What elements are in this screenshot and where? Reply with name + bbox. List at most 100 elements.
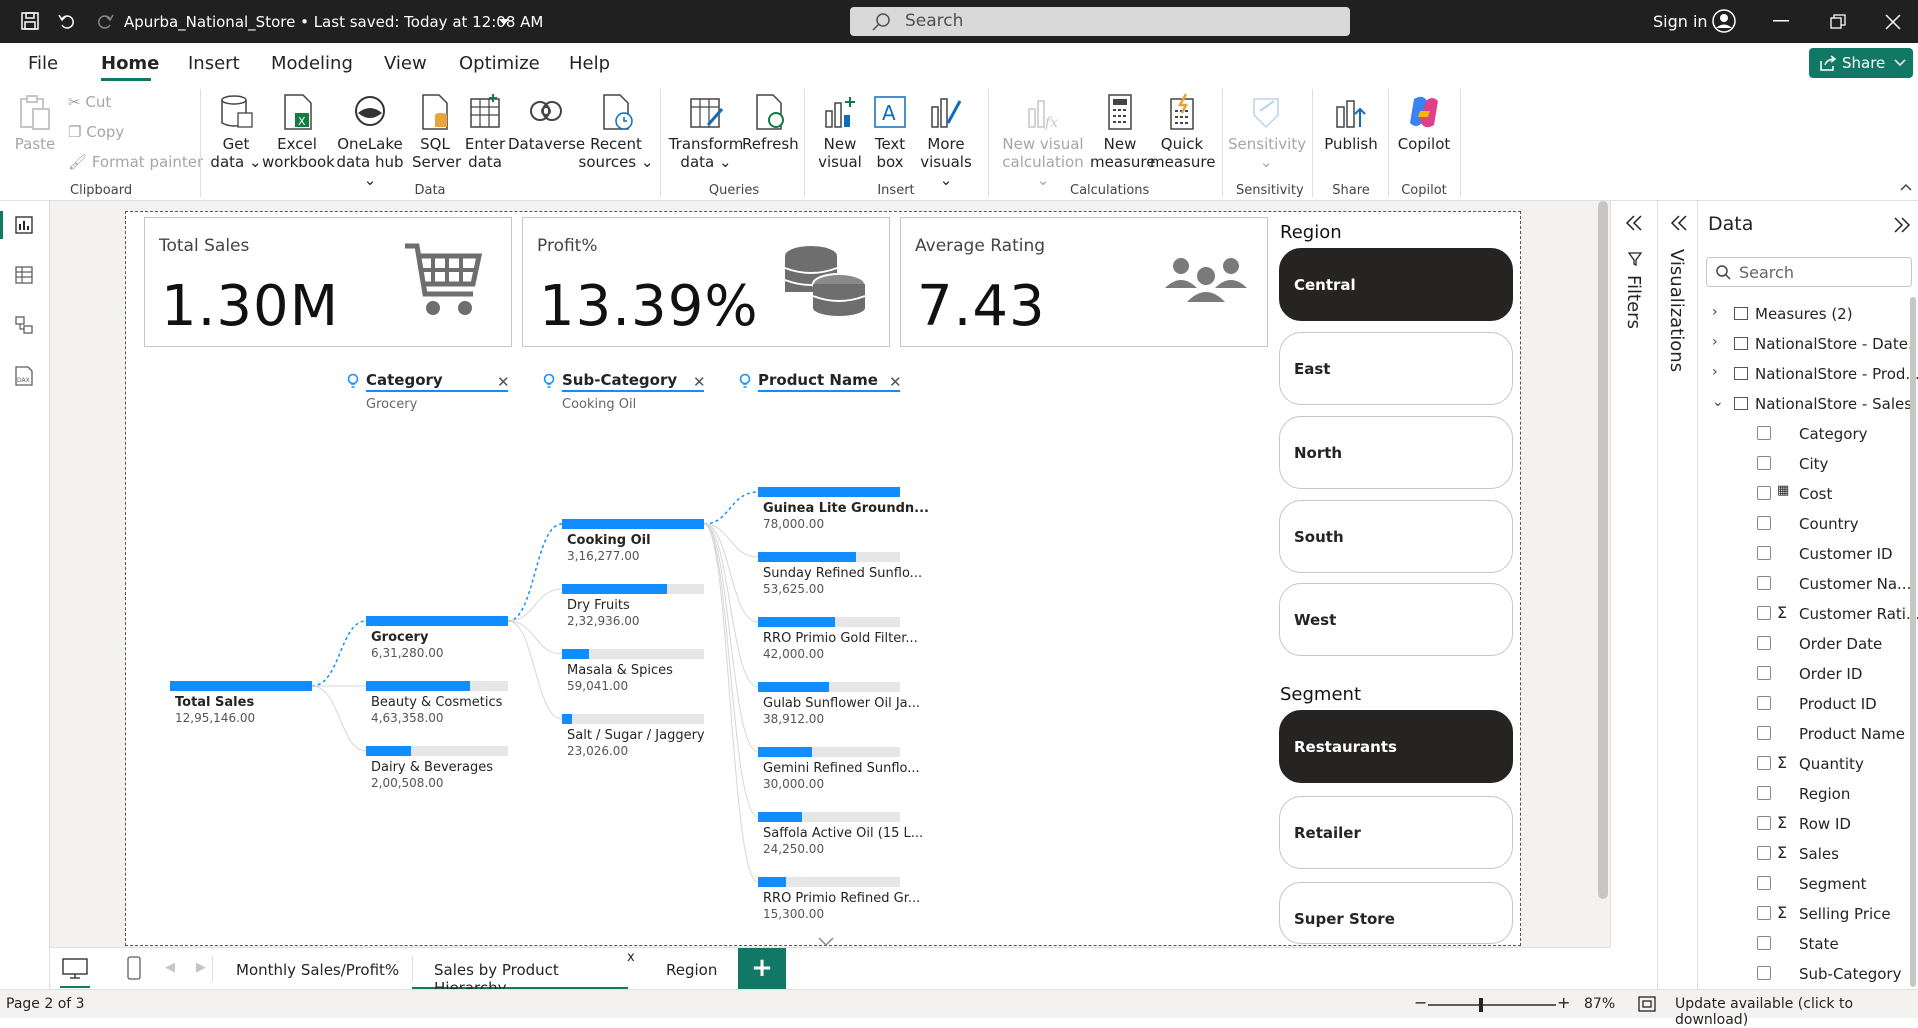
sensitivity-button[interactable]: Sensitivity ⌄ — [1228, 93, 1306, 171]
segment-option-restaurants[interactable]: Restaurants — [1279, 710, 1513, 783]
chevron-right-icon[interactable]: › — [1712, 304, 1718, 320]
tree-node-subcategory-label[interactable]: Cooking Oil — [567, 533, 651, 548]
paste-button[interactable]: Paste — [12, 93, 58, 153]
field-checkbox[interactable] — [1757, 906, 1771, 920]
tree-node-root-label[interactable]: Total Sales — [175, 695, 254, 710]
data-field-item[interactable]: Σ Quantity — [1698, 749, 1913, 779]
data-field-item[interactable]: Category — [1698, 419, 1913, 449]
excel-workbook-button[interactable]: X Excel workbook — [262, 93, 335, 171]
tree-node-subcategory-bar[interactable] — [562, 519, 704, 529]
field-checkbox[interactable] — [1757, 426, 1771, 440]
field-checkbox[interactable] — [1757, 936, 1771, 950]
minimize-icon[interactable] — [1773, 20, 1789, 22]
data-field-item[interactable]: City — [1698, 449, 1913, 479]
data-field-item[interactable]: Product ID — [1698, 689, 1913, 719]
next-page-icon[interactable]: ▶ — [196, 960, 206, 975]
menu-modeling[interactable]: Modeling — [271, 53, 353, 74]
more-visuals-button[interactable]: More visuals ⌄ — [914, 93, 978, 189]
tree-node-root-bar[interactable] — [170, 681, 312, 691]
field-checkbox[interactable] — [1757, 696, 1771, 710]
field-checkbox[interactable] — [1757, 666, 1771, 680]
update-available-link[interactable]: Update available (click to download) — [1675, 996, 1918, 1028]
data-field-item[interactable]: Σ Row ID — [1698, 809, 1913, 839]
share-button[interactable]: Share — [1809, 48, 1913, 78]
sql-server-button[interactable]: SQL Server — [412, 93, 461, 171]
page-tab-monthly-sales[interactable]: Monthly Sales/Profit% — [212, 948, 412, 990]
tree-level-header-category[interactable]: Category — [366, 371, 443, 389]
field-checkbox[interactable] — [1757, 456, 1771, 470]
enter-data-button[interactable]: Enter data — [462, 93, 508, 171]
data-pane-scrollbar[interactable] — [1910, 297, 1916, 987]
remove-level-icon[interactable]: ✕ — [889, 373, 902, 391]
region-option-west[interactable]: West — [1279, 583, 1513, 656]
data-field-item[interactable]: Σ Customer Rati... — [1698, 599, 1918, 629]
tree-node-category-label[interactable]: Beauty & Cosmetics — [371, 695, 502, 710]
table-view-icon[interactable] — [14, 265, 34, 285]
segment-option-retailer[interactable]: Retailer — [1279, 796, 1513, 869]
kpi-card-total-sales[interactable]: Total Sales 1.30M — [144, 217, 512, 347]
model-view-icon[interactable] — [14, 315, 34, 335]
onelake-button[interactable]: OneLake data hub ⌄ — [332, 93, 408, 189]
dax-query-view-icon[interactable]: DAX — [12, 365, 36, 387]
region-option-central[interactable]: Central — [1279, 248, 1513, 321]
redo-icon[interactable] — [95, 11, 115, 31]
field-checkbox[interactable] — [1757, 816, 1771, 830]
data-table-item[interactable]: ⌄ NationalStore - Sales... — [1698, 389, 1918, 419]
menu-view[interactable]: View — [384, 53, 427, 74]
tree-node-product-label[interactable]: Sunday Refined Sunflo... — [763, 566, 922, 581]
chevron-down-icon[interactable] — [498, 18, 510, 26]
tree-node-product-bar[interactable] — [758, 747, 900, 757]
tree-node-product-label[interactable]: RRO Primio Gold Filter... — [763, 631, 918, 646]
data-field-item[interactable]: Region — [1698, 779, 1913, 809]
tree-node-product-bar[interactable] — [758, 617, 900, 627]
fit-to-page-icon[interactable] — [1638, 996, 1656, 1012]
data-field-item[interactable]: ▦ Cost — [1698, 479, 1913, 509]
chevron-down-icon[interactable]: ⌄ — [1712, 394, 1724, 410]
field-checkbox[interactable] — [1757, 546, 1771, 560]
segment-option-super-store[interactable]: Super Store — [1279, 882, 1513, 944]
data-field-item[interactable]: Product Name — [1698, 719, 1913, 749]
field-checkbox[interactable] — [1757, 876, 1771, 890]
prev-page-icon[interactable]: ◀ — [165, 960, 175, 975]
data-field-item[interactable]: State — [1698, 929, 1913, 959]
data-field-item[interactable]: Order ID — [1698, 659, 1913, 689]
kpi-card-profit[interactable]: Profit% 13.39% — [522, 217, 890, 347]
filters-label[interactable]: Filters — [1623, 275, 1644, 329]
collapse-pane-icon[interactable] — [1893, 217, 1911, 233]
sign-in-link[interactable]: Sign in — [1653, 12, 1708, 31]
canvas-scrollbar[interactable] — [1598, 201, 1608, 899]
menu-file[interactable]: File — [28, 53, 58, 74]
tree-node-subcategory-label[interactable]: Salt / Sugar / Jaggery — [567, 728, 705, 743]
zoom-out-icon[interactable]: − — [1414, 993, 1427, 1012]
scroll-down-chevron-icon[interactable] — [818, 937, 834, 947]
copy-button[interactable]: ❐ Copy — [68, 123, 124, 141]
field-checkbox[interactable] — [1757, 786, 1771, 800]
tree-node-subcategory-bar[interactable] — [562, 649, 704, 659]
tree-node-subcategory-bar[interactable] — [562, 714, 704, 724]
tree-node-product-bar[interactable] — [758, 682, 900, 692]
tree-node-product-bar[interactable] — [758, 552, 900, 562]
tree-level-header-product[interactable]: Product Name — [758, 371, 878, 389]
close-tab-icon[interactable]: x — [627, 950, 635, 965]
tree-node-product-label[interactable]: Saffola Active Oil (15 L... — [763, 826, 923, 841]
new-measure-button[interactable]: New measure — [1090, 93, 1155, 171]
remove-level-icon[interactable]: ✕ — [693, 373, 706, 391]
restore-icon[interactable] — [1830, 14, 1846, 30]
remove-level-icon[interactable]: ✕ — [497, 373, 510, 391]
tree-level-header-subcategory[interactable]: Sub-Category — [562, 371, 677, 389]
desktop-layout-icon[interactable] — [62, 958, 88, 980]
file-title[interactable]: Apurba_National_Store • Last saved: Toda… — [124, 13, 543, 31]
region-option-north[interactable]: North — [1279, 416, 1513, 489]
collapse-ribbon-icon[interactable] — [1900, 183, 1912, 191]
undo-icon[interactable] — [57, 11, 77, 31]
field-checkbox[interactable] — [1757, 966, 1771, 980]
save-icon[interactable] — [20, 11, 40, 31]
field-checkbox[interactable] — [1757, 486, 1771, 500]
report-view-icon[interactable] — [14, 215, 34, 235]
data-field-item[interactable]: Customer ID — [1698, 539, 1913, 569]
zoom-slider-thumb[interactable] — [1479, 998, 1483, 1012]
lightbulb-icon[interactable] — [347, 373, 359, 389]
data-table-item[interactable]: › NationalStore - Date... — [1698, 329, 1918, 359]
data-table-item[interactable]: › NationalStore - Prod... — [1698, 359, 1918, 389]
format-painter-button[interactable]: 🖌 Format painter — [68, 153, 203, 171]
